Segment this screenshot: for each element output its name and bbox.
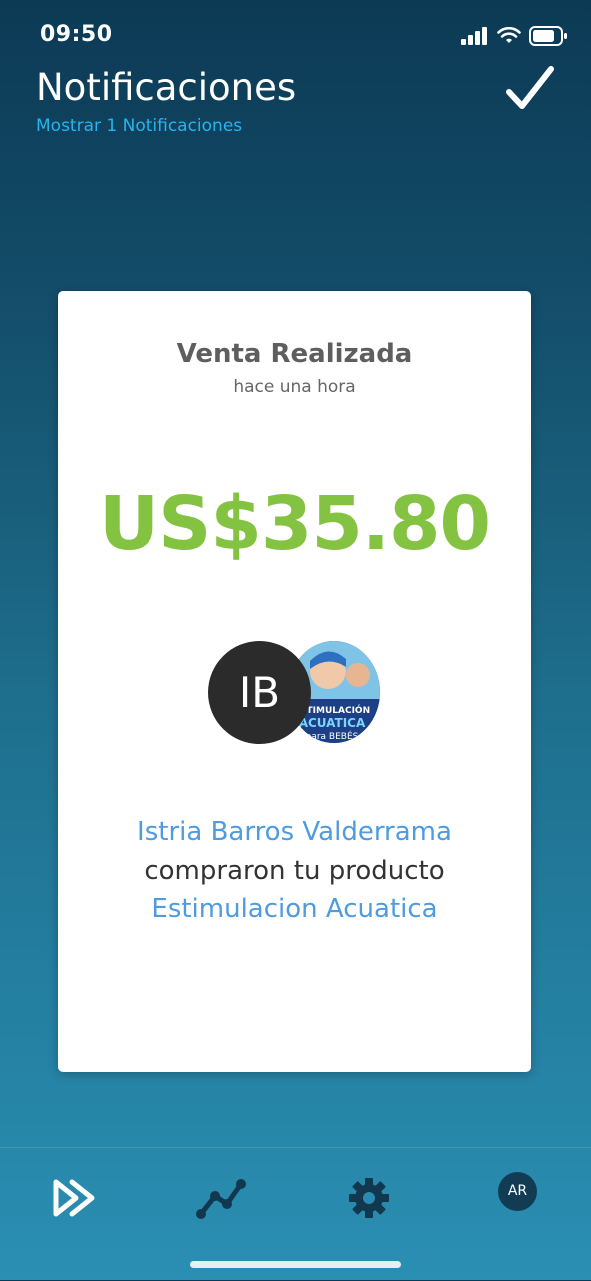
buyer-name[interactable]: Istria Barros Valderrama xyxy=(58,817,531,847)
status-icons xyxy=(461,26,567,46)
play-forward-icon xyxy=(53,1179,95,1217)
signal-icon xyxy=(461,27,487,45)
product-name[interactable]: Estimulacion Acuatica xyxy=(58,894,531,924)
sale-amount: US$35.80 xyxy=(99,481,491,567)
chart-line-icon xyxy=(196,1179,246,1219)
mark-read-button[interactable] xyxy=(505,64,555,114)
tab-activity[interactable] xyxy=(44,1168,104,1228)
notification-title: Venta Realizada xyxy=(176,339,413,369)
page-title: Notificaciones xyxy=(36,66,297,109)
checkmark-icon xyxy=(506,66,554,109)
gear-icon xyxy=(349,1178,389,1218)
tab-settings[interactable] xyxy=(339,1168,399,1228)
svg-text:ACUATICA: ACUATICA xyxy=(299,716,366,730)
battery-icon xyxy=(529,26,567,46)
show-notifications-link[interactable]: Mostrar 1 Notificaciones xyxy=(36,116,242,136)
home-indicator xyxy=(190,1261,401,1268)
svg-text:para BEBÉS: para BEBÉS xyxy=(306,730,359,742)
profile-avatar[interactable]: AR xyxy=(498,1172,537,1211)
notification-card[interactable]: Venta Realizada hace una hora US$35.80 E… xyxy=(58,291,531,1072)
wifi-icon xyxy=(497,27,521,43)
purchase-text: compraron tu producto xyxy=(144,856,445,886)
status-bar: 09:50 xyxy=(0,0,591,70)
tab-stats[interactable] xyxy=(191,1168,251,1228)
buyer-avatar: IB xyxy=(208,641,311,744)
notification-time: hace una hora xyxy=(233,377,356,397)
status-time: 09:50 xyxy=(40,22,113,47)
